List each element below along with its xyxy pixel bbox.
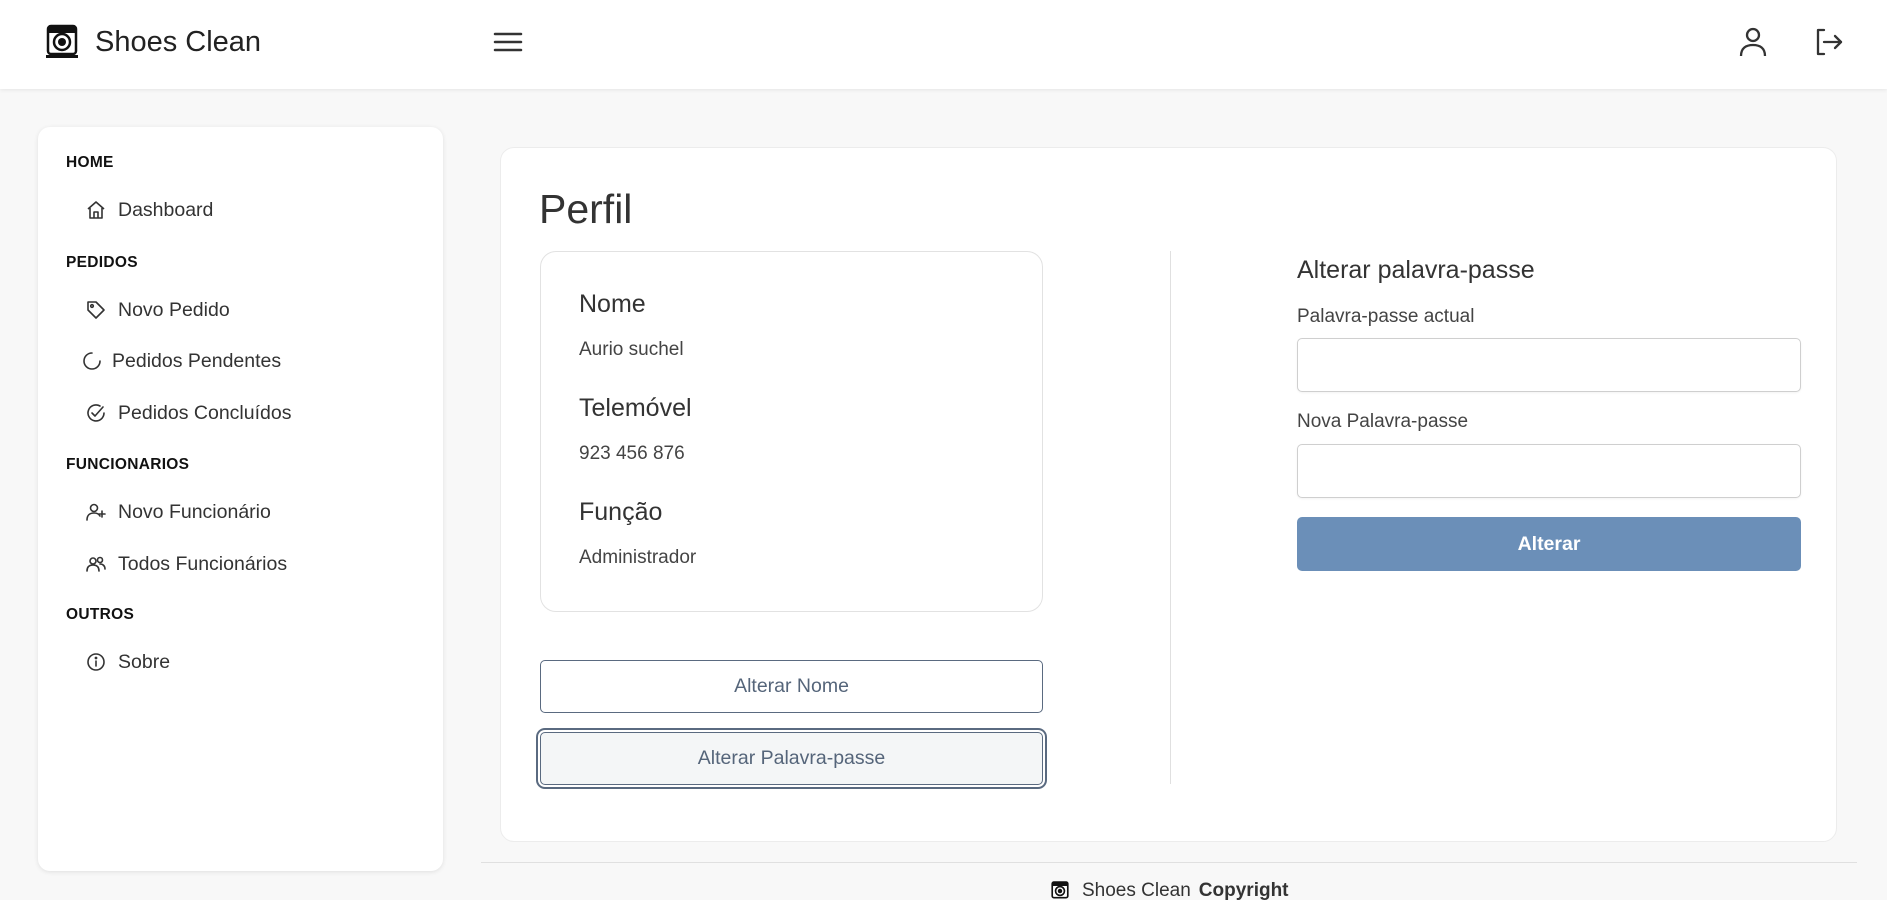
sidebar-item-novo-funcionario[interactable]: Novo Funcionário xyxy=(86,496,271,528)
sidebar-item-label: Novo Funcionário xyxy=(118,500,271,523)
home-icon xyxy=(87,201,105,219)
profile-card: Perfil Nome Aurio suchel Telemóvel 923 4… xyxy=(500,147,1837,842)
washing-machine-logo xyxy=(1051,881,1069,899)
info-icon xyxy=(87,653,105,671)
sidebar-section-home: HOME xyxy=(66,154,114,171)
top-header: Shoes Clean xyxy=(0,0,1887,89)
check-circle-icon xyxy=(87,404,105,422)
user-icon[interactable] xyxy=(1735,24,1771,60)
sidebar-section-pedidos: PEDIDOS xyxy=(66,254,138,271)
sidebar-section-outros: OUTROS xyxy=(66,606,135,623)
sidebar-item-label: Novo Pedido xyxy=(118,298,230,321)
tag-icon xyxy=(87,301,105,319)
footer-brand: Shoes Clean xyxy=(1082,880,1191,900)
sidebar-item-sobre[interactable]: Sobre xyxy=(86,646,170,678)
sidebar-item-novo-pedido[interactable]: Novo Pedido xyxy=(86,294,230,326)
page-title: Perfil xyxy=(539,186,633,232)
sidebar-item-label: Pedidos Concluídos xyxy=(118,401,292,424)
washing-machine-logo xyxy=(46,24,78,58)
footer-divider xyxy=(481,862,1857,863)
sidebar-section-funcionarios: FUNCIONARIOS xyxy=(66,456,190,473)
footer-copyright: Copyright xyxy=(1198,880,1289,900)
current-password-input[interactable] xyxy=(1297,338,1801,392)
role-label: Função xyxy=(579,498,663,526)
new-password-input[interactable] xyxy=(1297,444,1801,498)
sidebar-item-pedidos-pendentes[interactable]: Pedidos Pendentes xyxy=(82,345,281,377)
name-label: Nome xyxy=(579,290,646,318)
new-password-label: Nova Palavra-passe xyxy=(1297,411,1469,432)
sidebar-item-label: Pedidos Pendentes xyxy=(112,349,282,372)
change-password-title: Alterar palavra-passe xyxy=(1297,256,1535,284)
logout-icon[interactable] xyxy=(1810,24,1846,60)
phone-value: 923 456 876 xyxy=(579,443,685,464)
user-plus-icon xyxy=(86,503,106,521)
loading-circle-icon xyxy=(83,352,101,370)
sidebar-item-dashboard[interactable]: Dashboard xyxy=(86,194,213,226)
sidebar-item-label: Sobre xyxy=(118,650,171,673)
sidebar: HOME Dashboard PEDIDOS Novo Pedido Pedid… xyxy=(38,127,443,871)
phone-label: Telemóvel xyxy=(579,394,692,422)
users-icon xyxy=(86,556,106,572)
profile-info-box: Nome Aurio suchel Telemóvel 923 456 876 … xyxy=(540,251,1043,612)
app-brand-title: Shoes Clean xyxy=(95,26,262,58)
change-name-button[interactable]: Alterar Nome xyxy=(540,660,1043,713)
name-value: Aurio suchel xyxy=(579,339,684,360)
sidebar-item-todos-funcionarios[interactable]: Todos Funcionários xyxy=(86,548,287,580)
submit-password-button[interactable]: Alterar xyxy=(1297,517,1801,571)
footer: Shoes Clean Copyright xyxy=(1050,880,1289,900)
sidebar-item-label: Dashboard xyxy=(118,198,214,221)
role-value: Administrador xyxy=(579,547,697,568)
vertical-divider xyxy=(1170,251,1171,784)
current-password-label: Palavra-passe actual xyxy=(1297,306,1475,327)
hamburger-menu-icon[interactable] xyxy=(493,28,523,56)
change-password-button[interactable]: Alterar Palavra-passe xyxy=(540,732,1043,785)
sidebar-item-pedidos-concluidos[interactable]: Pedidos Concluídos xyxy=(86,397,291,429)
sidebar-item-label: Todos Funcionários xyxy=(118,552,288,575)
